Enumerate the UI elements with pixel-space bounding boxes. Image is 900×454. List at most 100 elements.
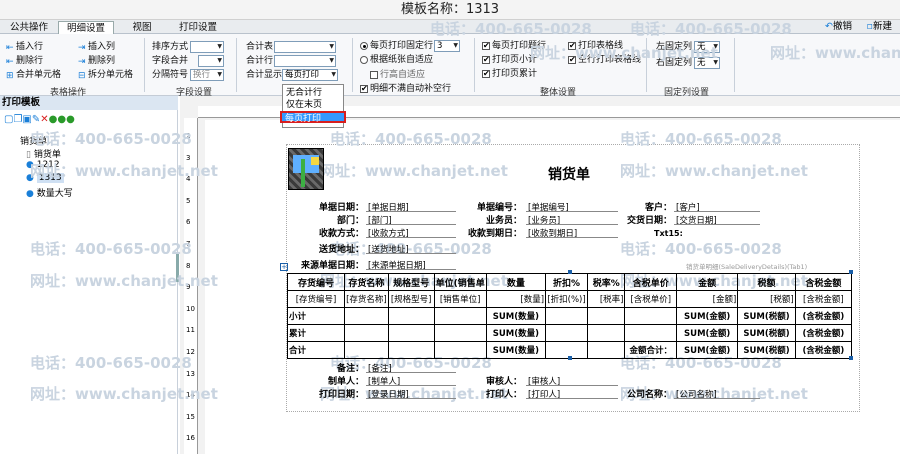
- autofill-option[interactable]: 明细不满自动补空行: [360, 83, 451, 95]
- table-cell[interactable]: [344, 307, 389, 325]
- delete-col-button[interactable]: ⇥ 删除列: [78, 56, 115, 67]
- table-cell[interactable]: [545, 324, 588, 342]
- table-cell[interactable]: [387, 341, 435, 359]
- column-header[interactable]: 含税单价: [624, 273, 678, 291]
- print-pagetotal-option[interactable]: 打印页累计: [482, 68, 537, 80]
- row-height-option[interactable]: 行高自适应: [370, 70, 425, 81]
- table-cell[interactable]: [545, 341, 588, 359]
- column-header[interactable]: 规格型号: [387, 273, 435, 291]
- print-subtotal-option[interactable]: 打印页小计: [482, 54, 537, 66]
- splitter-handle[interactable]: [176, 252, 179, 282]
- table-cell[interactable]: [387, 307, 435, 325]
- resize-handle[interactable]: [568, 270, 572, 274]
- separator-select[interactable]: 换行: [190, 69, 224, 81]
- table-cell[interactable]: SUM(税额): [737, 341, 796, 359]
- txt15-field[interactable]: Txt15:: [654, 229, 683, 238]
- table-cell[interactable]: (含税金额): [794, 324, 853, 342]
- column-header[interactable]: 金额: [676, 273, 739, 291]
- table-cell[interactable]: SUM(数量): [485, 341, 547, 359]
- table-cell[interactable]: SUM(数量): [485, 307, 547, 325]
- table-cell[interactable]: (含税金额): [794, 341, 853, 359]
- delete-icon[interactable]: ✕: [40, 114, 48, 125]
- move-handle-icon[interactable]: +: [280, 263, 288, 271]
- merge-cells-button[interactable]: ⊞ 合并单元格: [6, 70, 61, 81]
- resize-handle[interactable]: [849, 356, 853, 360]
- column-header[interactable]: 含税金额: [794, 273, 853, 291]
- resize-handle[interactable]: [849, 270, 853, 274]
- tab-print[interactable]: 打印设置: [170, 21, 226, 34]
- column-header[interactable]: 折扣%: [545, 273, 588, 291]
- fixed-rows-option[interactable]: 每页打印固定行: [360, 41, 433, 52]
- detail-table[interactable]: 存货编号 存货名称 规格型号 单位(销售单 数量 折扣% 税率% 含税单价 金额…: [286, 273, 853, 359]
- table-cell[interactable]: [含税单价]: [624, 290, 678, 308]
- table-cell[interactable]: [433, 324, 487, 342]
- dropdown-option[interactable]: 仅在末页: [283, 99, 343, 111]
- company-logo[interactable]: [288, 148, 324, 190]
- table-cell[interactable]: [344, 341, 389, 359]
- table-cell[interactable]: [545, 307, 588, 325]
- tab-view[interactable]: 视图: [122, 21, 162, 34]
- table-cell[interactable]: [数量]: [485, 290, 547, 308]
- print-border-option[interactable]: 打印表格线: [568, 40, 623, 52]
- tab-detail[interactable]: 明细设置: [58, 21, 114, 34]
- table-cell[interactable]: [金额]: [676, 290, 739, 308]
- export-icon[interactable]: ●: [57, 114, 66, 125]
- table-cell[interactable]: [586, 307, 626, 325]
- fixed-rows-input[interactable]: 3: [434, 40, 460, 52]
- right-fixed-select[interactable]: 无: [694, 57, 720, 69]
- total-row-select[interactable]: [274, 55, 336, 67]
- insert-col-button[interactable]: ⇥ 插入列: [78, 42, 115, 53]
- save-icon[interactable]: ▣: [22, 114, 31, 125]
- table-cell[interactable]: [387, 324, 435, 342]
- table-cell[interactable]: SUM(金额): [676, 307, 739, 325]
- table-cell[interactable]: [税额]: [737, 290, 796, 308]
- table-cell[interactable]: SUM(税额): [737, 307, 796, 325]
- table-cell[interactable]: [624, 324, 678, 342]
- tree-item[interactable]: ● 1212: [26, 160, 60, 170]
- table-cell[interactable]: [586, 324, 626, 342]
- blank-border-option[interactable]: 空行打印表格线: [568, 54, 641, 66]
- tree-item[interactable]: ● 数量大写: [26, 186, 73, 199]
- table-cell[interactable]: 合计: [286, 341, 346, 359]
- table-cell[interactable]: SUM(金额): [676, 324, 739, 342]
- table-cell[interactable]: 小计: [286, 307, 346, 325]
- table-cell[interactable]: [433, 341, 487, 359]
- doc-title[interactable]: 销货单: [548, 164, 590, 184]
- delete-row-button[interactable]: ⇤ 删除行: [6, 56, 43, 67]
- column-header[interactable]: 单位(销售单: [433, 273, 487, 291]
- table-cell[interactable]: [存货编号]: [286, 290, 346, 308]
- insert-row-button[interactable]: ⇤ 插入行: [6, 42, 43, 53]
- table-cell[interactable]: SUM(金额): [676, 341, 739, 359]
- table-cell[interactable]: [规格型号]: [387, 290, 435, 308]
- tree-item-selected[interactable]: ● 1313: [26, 173, 64, 183]
- column-header[interactable]: 存货名称: [344, 273, 389, 291]
- table-cell[interactable]: 累计: [286, 324, 346, 342]
- print-title-option[interactable]: 每页打印题行: [482, 40, 546, 52]
- total-display-select[interactable]: 每页打印: [282, 69, 338, 81]
- table-cell[interactable]: SUM(税额): [737, 324, 796, 342]
- column-header[interactable]: 税率%: [586, 273, 626, 291]
- dropdown-option[interactable]: 无合计行: [283, 87, 343, 99]
- column-header[interactable]: 税额: [737, 273, 796, 291]
- tab-common[interactable]: 公共操作: [4, 21, 54, 34]
- resize-handle[interactable]: [568, 356, 572, 360]
- total-table-select[interactable]: [274, 41, 336, 53]
- table-cell[interactable]: [销售单位]: [433, 290, 487, 308]
- tree-root[interactable]: 销货单: [20, 134, 47, 147]
- new-button[interactable]: ▫新建: [867, 20, 892, 33]
- table-cell[interactable]: [344, 324, 389, 342]
- table-cell[interactable]: [586, 341, 626, 359]
- refresh-icon[interactable]: ●: [66, 114, 75, 125]
- edit-icon[interactable]: ✎: [32, 114, 40, 125]
- tree-item[interactable]: ▯ 销货单: [26, 147, 61, 160]
- split-cells-button[interactable]: ⊟ 拆分单元格: [78, 70, 133, 81]
- dropdown-option-selected[interactable]: 每页打印: [280, 111, 346, 124]
- table-cell[interactable]: SUM(数量): [485, 324, 547, 342]
- table-cell[interactable]: [存货名称]: [344, 290, 389, 308]
- field-merge-select[interactable]: [198, 55, 224, 67]
- table-cell[interactable]: 金额合计：: [624, 341, 678, 359]
- sort-select[interactable]: [190, 41, 224, 53]
- left-fixed-select[interactable]: 无: [694, 41, 720, 53]
- column-header[interactable]: 存货编号: [286, 273, 346, 291]
- table-cell[interactable]: [433, 307, 487, 325]
